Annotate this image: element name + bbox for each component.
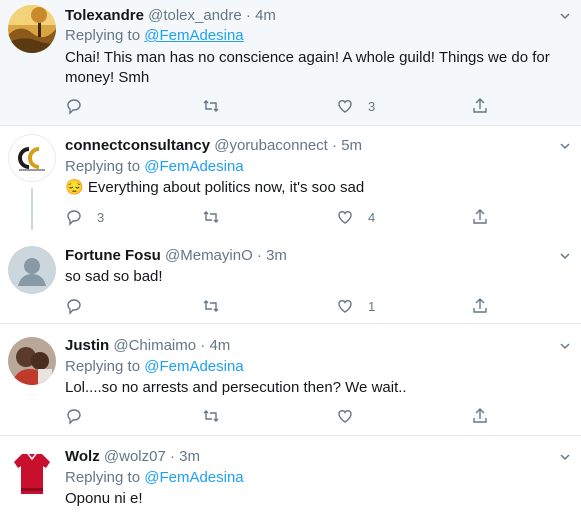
user-handle[interactable]: @Chimaimo	[113, 337, 196, 354]
retweet-icon	[203, 100, 219, 112]
replying-to: Replying to @FemAdesina	[65, 26, 244, 46]
replying-to: Replying to @FemAdesina	[65, 157, 244, 177]
caret-down-icon[interactable]	[559, 340, 571, 352]
caret-down-icon[interactable]	[559, 250, 571, 262]
share-icon	[473, 408, 487, 423]
mention-link[interactable]: @FemAdesina	[144, 27, 243, 44]
tweet-actions	[65, 406, 495, 426]
avatar[interactable]	[8, 134, 56, 182]
replying-label: Replying to	[65, 158, 141, 175]
like-count: 3	[368, 98, 376, 114]
retweet-button[interactable]	[202, 96, 234, 116]
like-icon	[338, 410, 352, 423]
tweet-text: Oponu ni e!	[65, 490, 143, 507]
replying-to: Replying to @FemAdesina	[65, 468, 244, 488]
like-count: 1	[368, 298, 376, 314]
user-handle[interactable]: @yorubaconnect	[214, 137, 328, 154]
like-icon	[338, 211, 352, 224]
like-button[interactable]: 4	[336, 207, 375, 227]
tweet-connectconsultancy[interactable]: connectconsultancy @yorubaconnect · 5m R…	[0, 126, 581, 235]
reply-button[interactable]: 3	[65, 207, 104, 227]
timestamp[interactable]: 4m	[209, 337, 230, 354]
retweet-button[interactable]	[202, 296, 234, 316]
like-button[interactable]: 1	[336, 296, 375, 316]
share-button[interactable]	[471, 96, 489, 116]
reply-icon	[67, 99, 81, 115]
reply-count: 3	[97, 209, 105, 225]
user-handle[interactable]: @tolex_andre	[148, 7, 242, 24]
replying-label: Replying to	[65, 469, 141, 486]
tweet-text: Chai! This man has no conscience again! …	[65, 49, 550, 86]
avatar[interactable]	[8, 448, 56, 496]
thread-line	[31, 188, 33, 230]
reply-feed: Tolexandre @tolex_andre · 4m Replying to…	[0, 0, 581, 516]
tweet-justin[interactable]: Justin @Chimaimo · 4m Replying to @FemAd…	[0, 324, 581, 436]
reply-icon	[67, 299, 81, 315]
share-icon	[473, 98, 487, 113]
caret-down-icon[interactable]	[559, 10, 571, 22]
share-button[interactable]	[471, 207, 489, 227]
tweet-text: Lol....so no arrests and persecution the…	[65, 379, 407, 396]
tweet-text: 😔 Everything about politics now, it's so…	[65, 178, 555, 198]
like-icon	[338, 300, 352, 313]
tweet-actions: 3 4	[65, 207, 495, 227]
share-button[interactable]	[471, 406, 489, 426]
like-count: 4	[368, 209, 376, 225]
like-button[interactable]	[336, 406, 368, 426]
reply-button[interactable]	[65, 96, 97, 116]
timestamp[interactable]: 4m	[255, 7, 276, 24]
mention-link[interactable]: @FemAdesina	[144, 469, 243, 486]
replying-label: Replying to	[65, 27, 141, 44]
caret-down-icon[interactable]	[559, 451, 571, 463]
retweet-icon	[203, 211, 219, 223]
share-icon	[473, 298, 487, 313]
timestamp[interactable]: 5m	[341, 137, 362, 154]
timestamp[interactable]: 3m	[266, 247, 287, 264]
tweet-wolz[interactable]: Wolz @wolz07 · 3m Replying to @FemAdesin…	[0, 436, 581, 516]
share-icon	[473, 209, 487, 224]
tweet-text: so sad so bad!	[65, 268, 163, 285]
reply-icon	[67, 210, 81, 226]
tweet-tolexandre[interactable]: Tolexandre @tolex_andre · 4m Replying to…	[0, 0, 581, 126]
reply-button[interactable]	[65, 406, 97, 426]
replying-to: Replying to @FemAdesina	[65, 357, 244, 377]
retweet-icon	[203, 410, 219, 422]
avatar[interactable]	[8, 5, 56, 53]
mention-link[interactable]: @FemAdesina	[144, 158, 243, 175]
reply-button[interactable]	[65, 296, 97, 316]
avatar[interactable]	[8, 337, 56, 385]
mention-link[interactable]: @FemAdesina	[144, 358, 243, 375]
display-name[interactable]: Justin	[65, 337, 109, 354]
user-handle[interactable]: @MemayinO	[165, 247, 253, 264]
tweet-fortune-fosu[interactable]: Fortune Fosu @MemayinO · 3m so sad so ba…	[0, 235, 581, 324]
separator-dot: ·	[169, 448, 175, 465]
separator-dot: ·	[200, 337, 206, 354]
separator-dot: ·	[332, 137, 338, 154]
like-icon	[338, 100, 352, 113]
tweet-body: Everything about politics now, it's soo …	[87, 179, 365, 196]
reply-icon	[67, 409, 81, 425]
separator-dot: ·	[256, 247, 262, 264]
retweet-button[interactable]	[202, 406, 234, 426]
tweet-actions: 3	[65, 96, 495, 116]
display-name[interactable]: connectconsultancy	[65, 137, 210, 154]
display-name[interactable]: Wolz	[65, 448, 100, 465]
like-button[interactable]: 3	[336, 96, 375, 116]
display-name[interactable]: Tolexandre	[65, 7, 144, 24]
retweet-icon	[203, 300, 219, 312]
user-handle[interactable]: @wolz07	[104, 448, 166, 465]
avatar[interactable]	[8, 246, 56, 294]
separator-dot: ·	[245, 7, 251, 24]
retweet-button[interactable]	[202, 207, 234, 227]
display-name[interactable]: Fortune Fosu	[65, 247, 161, 264]
timestamp[interactable]: 3m	[179, 448, 200, 465]
tweet-actions: 1	[65, 296, 495, 316]
share-button[interactable]	[471, 296, 489, 316]
caret-down-icon[interactable]	[559, 140, 571, 152]
pensive-face-emoji: 😔	[65, 179, 84, 196]
replying-label: Replying to	[65, 358, 141, 375]
